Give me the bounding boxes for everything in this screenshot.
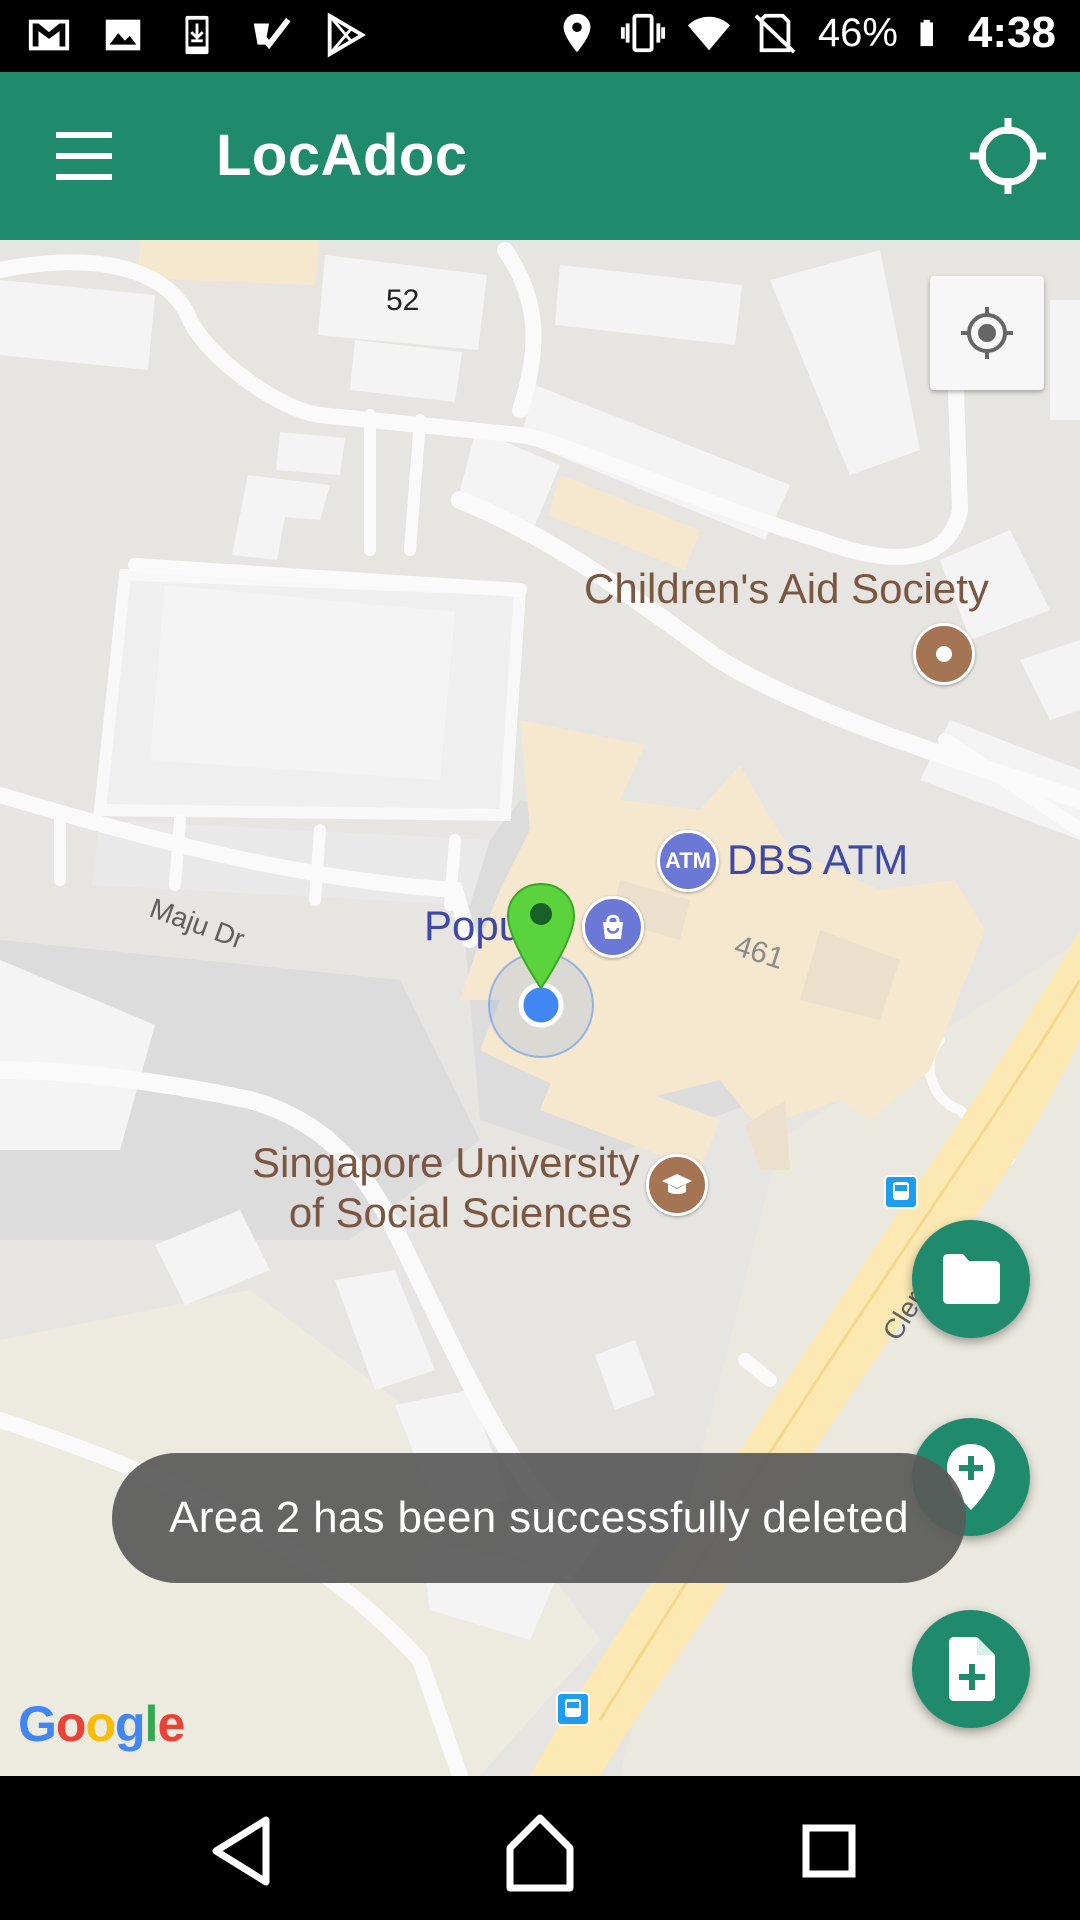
hamburger-menu-icon[interactable] — [40, 116, 128, 196]
logo-letter: o — [55, 1696, 87, 1752]
map-view[interactable]: 52 461 Maju Dr Cler Children's Aid Socie… — [0, 240, 1080, 1776]
vibrate-icon — [620, 13, 665, 53]
logo-letter: G — [18, 1696, 57, 1752]
community-poi-icon[interactable] — [913, 623, 975, 685]
wifi-icon — [687, 16, 730, 51]
recents-icon[interactable] — [778, 1806, 878, 1896]
app-title: LocAdoc — [216, 123, 468, 188]
status-bar: 46% 4:38 — [0, 0, 1080, 72]
logo-letter: l — [144, 1696, 159, 1752]
back-icon[interactable] — [194, 1806, 294, 1896]
poi-label-childrens-aid-society[interactable]: Children's Aid Society — [584, 564, 989, 614]
poi-label-suss-line2[interactable]: of Social Sciences — [252, 1188, 632, 1238]
shopping-poi-icon[interactable] — [582, 896, 644, 958]
battery-icon — [920, 19, 933, 47]
note-add-icon — [949, 1637, 995, 1701]
my-location-icon — [961, 307, 1013, 359]
app-bar: LocAdoc — [0, 72, 1080, 240]
gmail-icon — [28, 19, 70, 51]
system-status: 46% 4:38 — [554, 8, 1056, 58]
task-icon — [253, 17, 291, 50]
add-document-button[interactable] — [912, 1610, 1030, 1728]
notification-icons — [26, 12, 368, 58]
university-poi-icon[interactable] — [646, 1154, 708, 1216]
image-icon — [105, 19, 141, 51]
crosshair-icon[interactable] — [960, 108, 1056, 204]
download-icon — [185, 15, 209, 55]
toast-message: Area 2 has been successfully deleted — [112, 1453, 966, 1583]
bus-stop-icon[interactable] — [884, 1175, 918, 1209]
map-marker-icon[interactable] — [504, 880, 578, 992]
folder-icon — [943, 1254, 1000, 1304]
atm-badge-text: ATM — [664, 848, 712, 873]
atm-poi-icon[interactable]: ATM — [657, 830, 719, 892]
logo-letter: e — [157, 1696, 185, 1752]
clock: 4:38 — [967, 8, 1056, 57]
navigation-bar — [0, 1776, 1080, 1920]
battery-percent: 46% — [817, 10, 898, 55]
play-store-icon — [327, 12, 367, 58]
open-folder-button[interactable] — [912, 1220, 1030, 1338]
logo-letter: g — [115, 1696, 146, 1752]
poi-label-dbs-atm[interactable]: DBS ATM — [727, 836, 908, 884]
google-attribution-logo: Google — [18, 1695, 185, 1753]
bus-stop-icon[interactable] — [556, 1692, 590, 1726]
building-number-52: 52 — [386, 284, 420, 317]
poi-label-suss-line1[interactable]: Singapore University — [252, 1138, 640, 1188]
home-icon[interactable] — [490, 1806, 590, 1896]
my-location-button[interactable] — [930, 276, 1044, 390]
location-icon — [563, 13, 591, 53]
no-sim-icon — [754, 13, 796, 54]
logo-letter: o — [85, 1696, 116, 1752]
